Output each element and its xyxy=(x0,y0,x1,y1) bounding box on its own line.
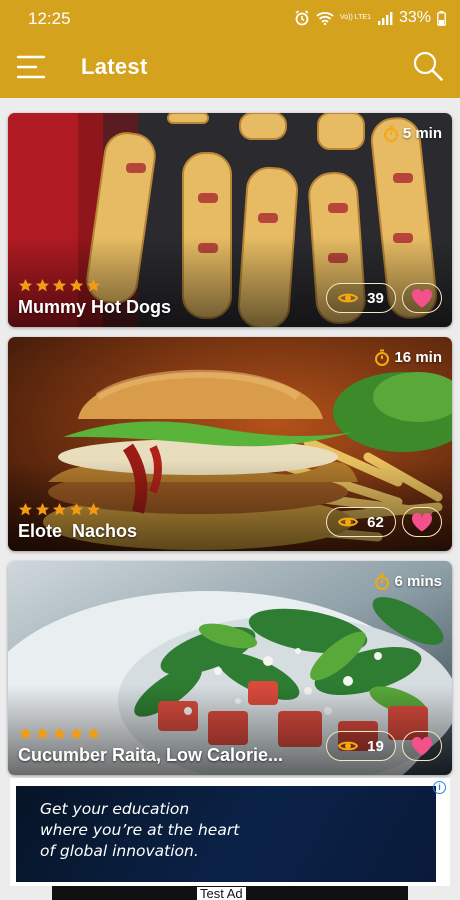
ad-banner[interactable]: Get your education where you’re at the h… xyxy=(10,778,450,886)
heart-icon xyxy=(412,288,432,308)
page-title: Latest xyxy=(81,54,148,79)
recipe-name[interactable]: Cucumber Raita, Low Calorie... xyxy=(18,745,283,766)
rating-stars xyxy=(18,726,101,741)
star-icon xyxy=(35,502,50,516)
ad-line: of global innovation. xyxy=(40,842,199,860)
status-bar: 12:25 Vo)) LTE1 33% xyxy=(0,0,460,36)
view-count: 62 xyxy=(326,507,396,537)
search-icon[interactable] xyxy=(412,50,444,82)
view-count-label: 39 xyxy=(367,289,384,307)
star-icon xyxy=(69,502,84,516)
recipe-name[interactable]: Elote Nachos xyxy=(18,521,137,542)
favorite-button[interactable] xyxy=(402,283,442,313)
view-count-label: 19 xyxy=(367,737,384,755)
view-count-label: 62 xyxy=(367,513,384,531)
recipe-card[interactable]: 5 min Mummy Hot Dogs 39 xyxy=(8,113,452,327)
star-icon xyxy=(52,278,67,292)
cook-time-label: 5 min xyxy=(402,125,442,142)
cook-time: 16 min xyxy=(374,349,442,366)
recipe-card[interactable]: 6 mins Cucumber Raita, Low Calorie... 19 xyxy=(8,561,452,775)
network-type: Vo)) LTE1 xyxy=(339,14,371,21)
eye-icon xyxy=(338,741,359,751)
ad-info-icon[interactable]: i xyxy=(433,781,446,794)
view-count: 19 xyxy=(326,731,396,761)
alarm-icon xyxy=(295,10,309,26)
recipe-name[interactable]: Mummy Hot Dogs xyxy=(18,297,171,318)
star-icon xyxy=(52,502,67,516)
test-ad-label: Test Ad xyxy=(197,887,246,900)
star-icon xyxy=(86,278,101,292)
star-icon xyxy=(18,502,33,516)
eye-icon xyxy=(338,293,359,303)
app-bar: Latest xyxy=(0,36,460,98)
menu-icon[interactable] xyxy=(16,54,46,80)
recipe-card[interactable]: 16 min Elote Nachos 62 xyxy=(8,337,452,551)
ad-strip: Test Ad xyxy=(52,886,408,900)
cook-time: 6 mins xyxy=(374,573,442,590)
favorite-button[interactable] xyxy=(402,731,442,761)
stopwatch-icon xyxy=(375,573,390,590)
rating-stars xyxy=(18,278,101,293)
ad-creative[interactable]: Get your education where you’re at the h… xyxy=(16,786,436,882)
heart-icon xyxy=(412,736,432,756)
eye-icon xyxy=(338,517,359,527)
status-icons: Vo)) LTE1 33% xyxy=(294,9,446,27)
star-icon xyxy=(18,278,33,292)
star-icon xyxy=(69,726,84,740)
signal-icon xyxy=(377,12,393,25)
star-icon xyxy=(52,726,67,740)
star-icon xyxy=(86,726,101,740)
battery-icon xyxy=(437,10,446,26)
status-time: 12:25 xyxy=(28,9,71,28)
wifi-icon xyxy=(316,12,334,25)
heart-icon xyxy=(412,512,432,532)
stopwatch-icon xyxy=(383,125,398,142)
ad-line: Get your education xyxy=(40,800,190,818)
star-icon xyxy=(18,726,33,740)
star-icon xyxy=(86,502,101,516)
favorite-button[interactable] xyxy=(402,507,442,537)
star-icon xyxy=(69,278,84,292)
star-icon xyxy=(35,278,50,292)
star-icon xyxy=(35,726,50,740)
cook-time-label: 6 mins xyxy=(394,573,442,590)
ad-line: where you’re at the heart xyxy=(40,821,240,839)
cook-time: 5 min xyxy=(383,125,442,142)
battery-percent: 33% xyxy=(398,9,431,26)
cook-time-label: 16 min xyxy=(394,349,442,366)
stopwatch-icon xyxy=(375,349,390,366)
view-count: 39 xyxy=(326,283,396,313)
rating-stars xyxy=(18,502,101,517)
ad-copy: Get your education where you’re at the h… xyxy=(40,799,239,862)
